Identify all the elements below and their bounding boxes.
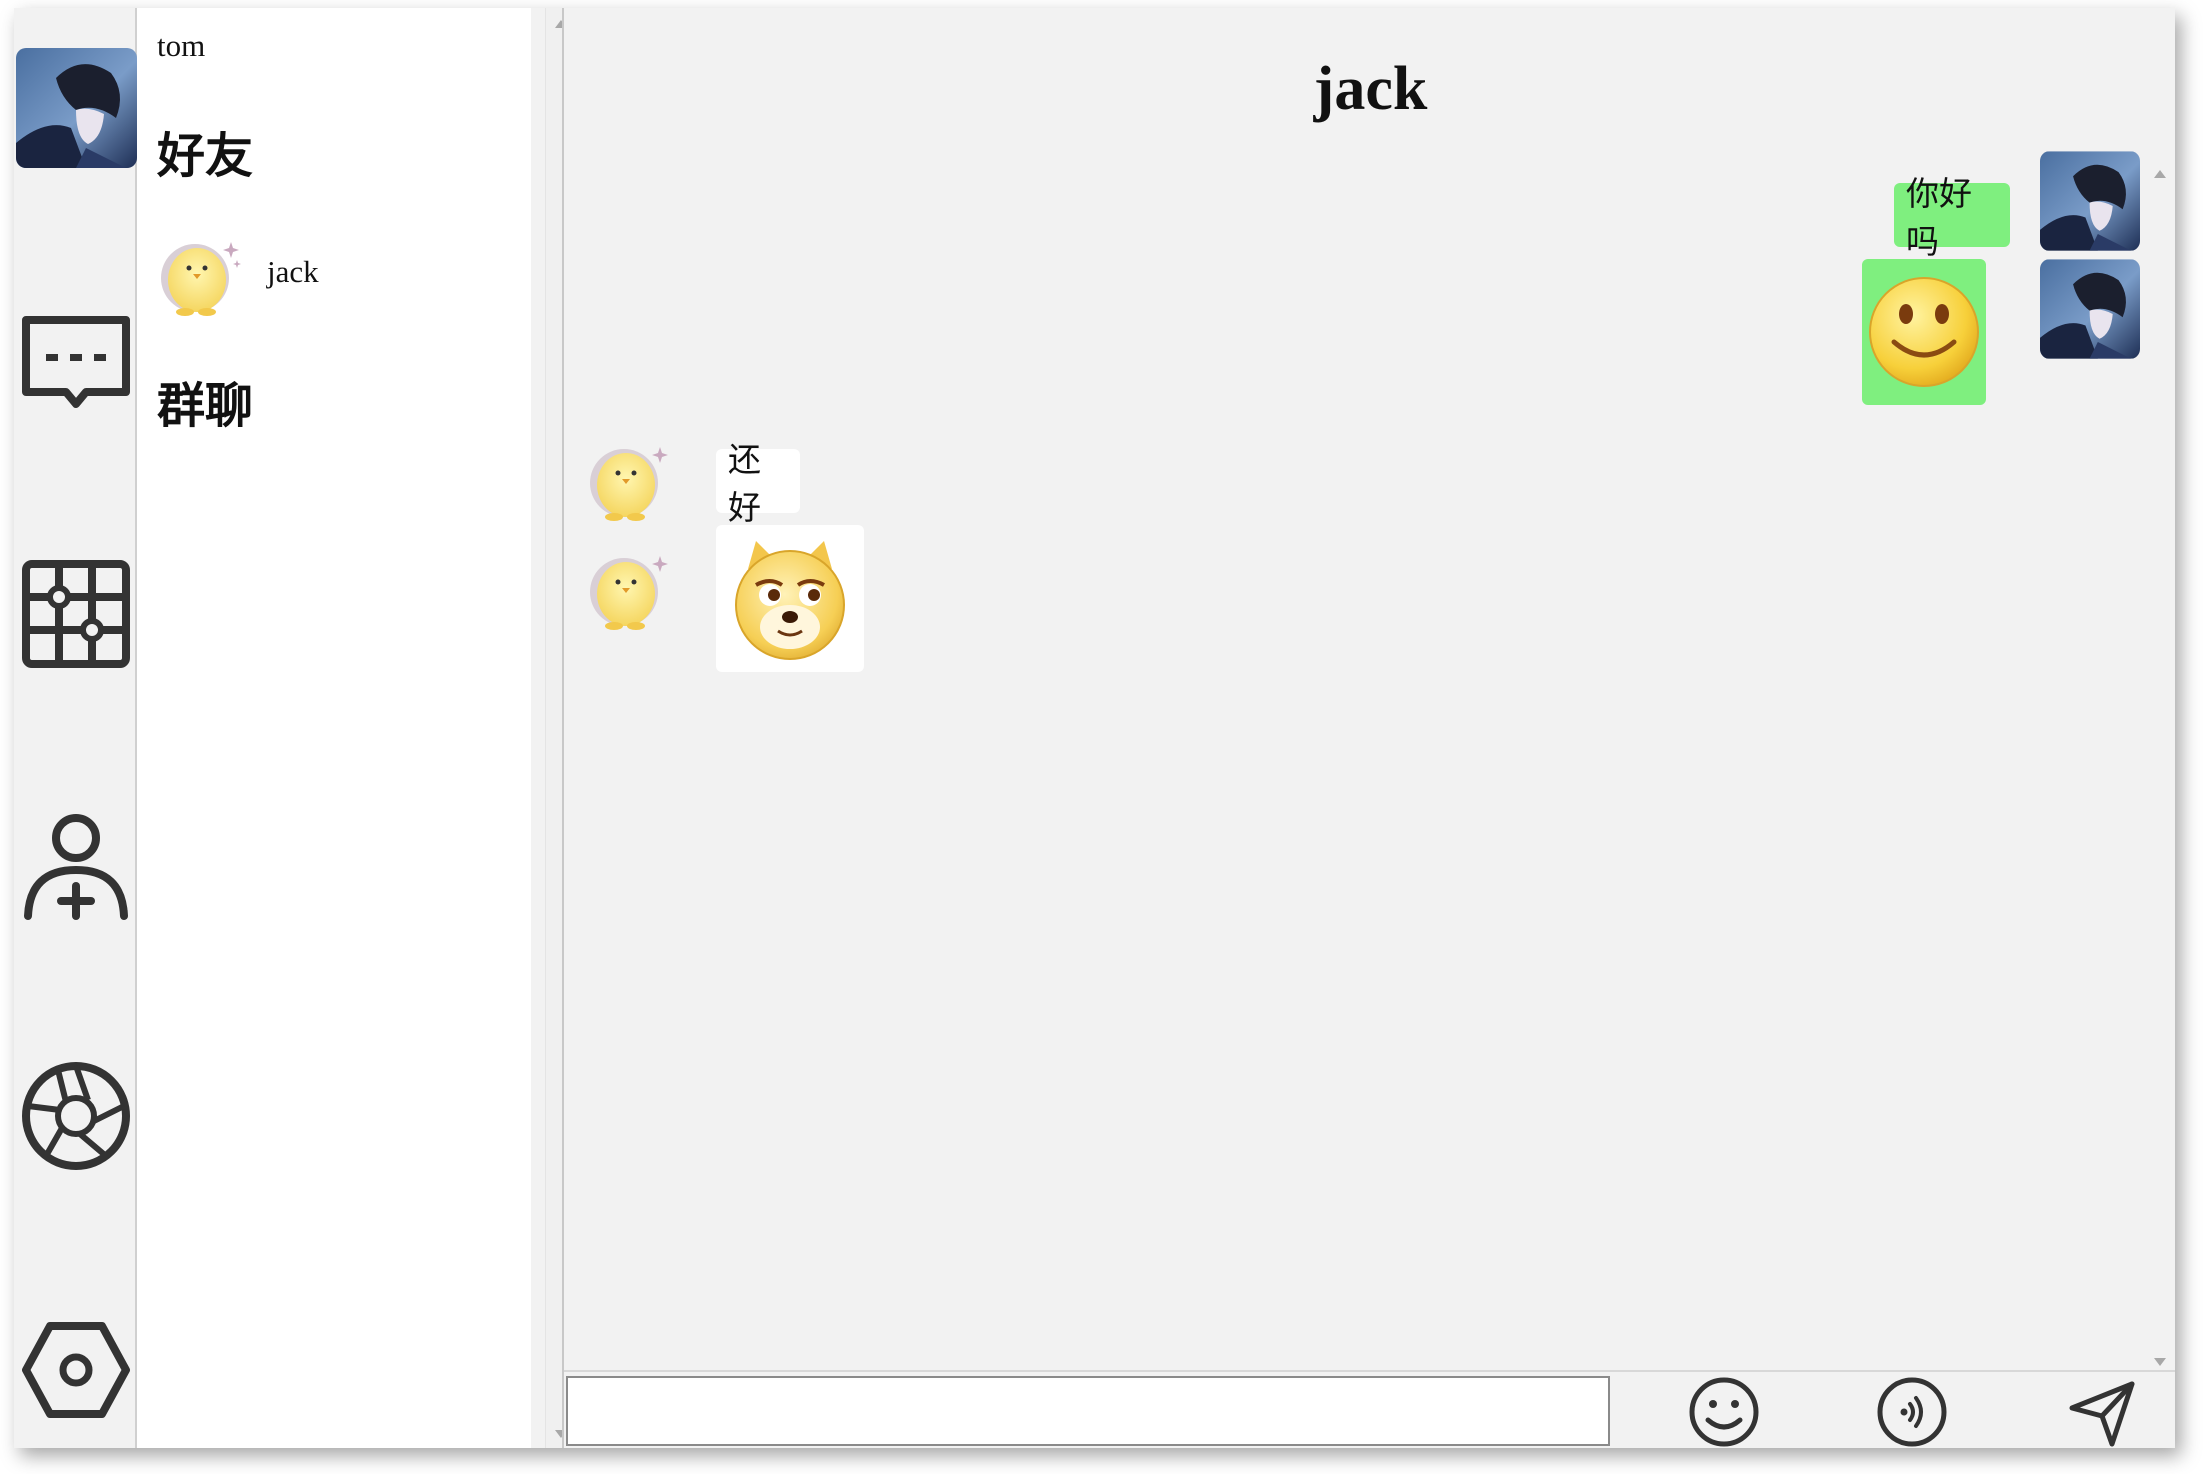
my-avatar: [2040, 259, 2140, 359]
chat-panel: jack 你好吗 还好: [562, 8, 2175, 1448]
add-friend-nav-button[interactable]: [20, 808, 132, 920]
message-bubble-sent[interactable]: 你好吗: [1894, 174, 2010, 261]
voice-button[interactable]: [1874, 1376, 1950, 1448]
moments-nav-button[interactable]: [20, 1060, 132, 1172]
send-button[interactable]: [2064, 1376, 2140, 1448]
chat-app-window: tom 好友 jack 群聊 jack 你好吗 还好: [14, 8, 2175, 1448]
chick-avatar: [161, 242, 241, 316]
doge-emoji: [735, 540, 845, 660]
voice-icon: [1877, 1377, 1947, 1447]
emoji-message-received[interactable]: [716, 525, 864, 672]
contact-avatar: [586, 433, 686, 533]
hexagon-settings-icon: [22, 1322, 130, 1418]
aperture-icon: [22, 1062, 130, 1170]
messages-nav-button[interactable]: [20, 308, 132, 420]
chick-avatar: [590, 556, 668, 630]
contact-name: jack: [267, 254, 319, 289]
message-bubble-received[interactable]: 还好: [716, 440, 800, 527]
chat-scrollbar[interactable]: [2145, 158, 2175, 1368]
settings-nav-button[interactable]: [20, 1314, 132, 1426]
smiley-icon: [1689, 1377, 1759, 1447]
contact-avatar: [586, 542, 686, 642]
apps-nav-button[interactable]: [20, 558, 132, 670]
chick-avatar: [590, 447, 668, 521]
message-input[interactable]: [566, 1376, 1610, 1446]
contact-list-panel: tom 好友 jack 群聊: [137, 8, 576, 1448]
emoji-button[interactable]: [1686, 1376, 1762, 1448]
emoji-message-sent[interactable]: [1862, 259, 1986, 405]
contact-item-jack[interactable]: jack: [157, 226, 517, 318]
chat-title: jack: [1313, 55, 1428, 123]
add-user-icon: [24, 814, 128, 920]
scroll-down-arrow-icon[interactable]: [2154, 1358, 2166, 1366]
chat-bubble-icon: [22, 316, 130, 408]
send-icon: [2069, 1381, 2135, 1447]
nav-rail: [14, 8, 137, 1448]
friends-heading: 好友: [157, 128, 254, 184]
my-avatar: [2040, 151, 2140, 251]
groups-heading: 群聊: [157, 378, 254, 434]
scroll-up-arrow-icon[interactable]: [2154, 170, 2166, 178]
smiley-face-emoji: [1869, 277, 1979, 387]
grid-apps-icon: [22, 560, 130, 668]
current-user-avatar[interactable]: [16, 48, 137, 168]
message-input-bar: [564, 1370, 2175, 1448]
current-username: tom: [157, 28, 206, 63]
